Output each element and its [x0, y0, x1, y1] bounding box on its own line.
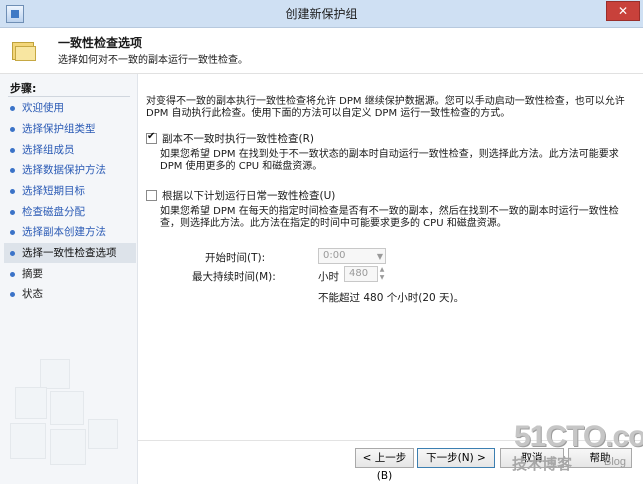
- option-auto-check-checkbox[interactable]: [146, 131, 157, 144]
- bullet-icon: [10, 209, 15, 215]
- bullet-icon: [10, 147, 15, 153]
- page-title: 一致性检查选项: [58, 36, 143, 50]
- site-watermark-logo: 51CTO.com: [514, 420, 643, 453]
- step-disk-allocation[interactable]: 检查磁盘分配: [4, 202, 136, 222]
- max-duration-label: 最大持续时间(M):: [192, 271, 276, 283]
- steps-sidebar: 步骤: 欢迎使用 选择保护组类型 选择组成员 选择数据保护方法 选择短期目标 检…: [0, 74, 138, 484]
- option-daily-check-label[interactable]: 根据以下计划运行日常一致性检查(U): [162, 188, 335, 203]
- bullet-icon: [10, 250, 15, 256]
- spin-up-icon[interactable]: ▲: [378, 266, 386, 274]
- step-replica-creation[interactable]: 选择副本创建方法: [4, 222, 136, 242]
- step-welcome[interactable]: 欢迎使用: [4, 98, 136, 118]
- window-title: 创建新保护组: [285, 7, 358, 21]
- bullet-icon: [10, 105, 15, 111]
- duration-limit-note: 不能超过 480 个小时(20 天)。: [318, 292, 465, 304]
- chevron-down-icon: ▼: [376, 252, 383, 261]
- site-watermark-blog: Blog: [604, 456, 627, 468]
- step-group-type[interactable]: 选择保护组类型: [4, 119, 136, 139]
- step-consistency-check[interactable]: 选择一致性检查选项: [4, 243, 136, 263]
- step-group-members[interactable]: 选择组成员: [4, 140, 136, 160]
- step-summary: 摘要: [4, 264, 136, 284]
- bullet-icon: [10, 188, 15, 194]
- wizard-header: 一致性检查选项 选择如何对不一致的副本运行一致性检查。: [0, 28, 643, 74]
- step-short-term-goals[interactable]: 选择短期目标: [4, 181, 136, 201]
- intro-text: 对变得不一致的副本执行一致性检查将允许 DPM 继续保护数据源。您可以手动启动一…: [146, 96, 625, 119]
- back-button[interactable]: < 上一步(B): [355, 448, 414, 482]
- duration-stepper[interactable]: ▲ ▼: [378, 266, 386, 282]
- option-daily-check-description: 如果您希望 DPM 在每天的指定时间检查是否有不一致的副本，然后在找到不一致的副…: [160, 206, 619, 229]
- close-button[interactable]: ✕: [606, 1, 640, 21]
- option-daily-check-checkbox[interactable]: [146, 190, 157, 201]
- max-duration-input[interactable]: 480: [344, 266, 378, 282]
- start-time-select[interactable]: 0:00 ▼: [318, 248, 386, 264]
- option-auto-check-label[interactable]: 副本不一致时执行一致性检查(R): [162, 131, 314, 146]
- folder-icon: [12, 40, 36, 62]
- bullet-icon: [10, 291, 15, 297]
- spin-down-icon[interactable]: ▼: [378, 274, 386, 282]
- bullet-icon: [10, 229, 15, 235]
- bullet-icon: [10, 271, 15, 277]
- start-time-label: 开始时间(T):: [205, 252, 266, 264]
- hours-unit-label: 小时: [318, 271, 339, 283]
- step-status: 状态: [4, 284, 136, 304]
- title-bar: 创建新保护组 ✕: [0, 0, 643, 28]
- bullet-icon: [10, 126, 15, 132]
- bullet-icon: [10, 167, 15, 173]
- option-auto-check-description: 如果您希望 DPM 在找到处于不一致状态的副本时自动运行一致性检查，则选择此方法…: [160, 149, 619, 172]
- steps-label: 步骤:: [10, 82, 37, 95]
- next-button[interactable]: 下一步(N) >: [417, 448, 495, 468]
- page-subtitle: 选择如何对不一致的副本运行一致性检查。: [58, 55, 248, 66]
- site-watermark-tagline: 技术博客: [512, 455, 573, 473]
- step-protection-method[interactable]: 选择数据保护方法: [4, 160, 136, 180]
- decorative-cubes-icon: [10, 359, 120, 469]
- steps-divider: [8, 96, 130, 97]
